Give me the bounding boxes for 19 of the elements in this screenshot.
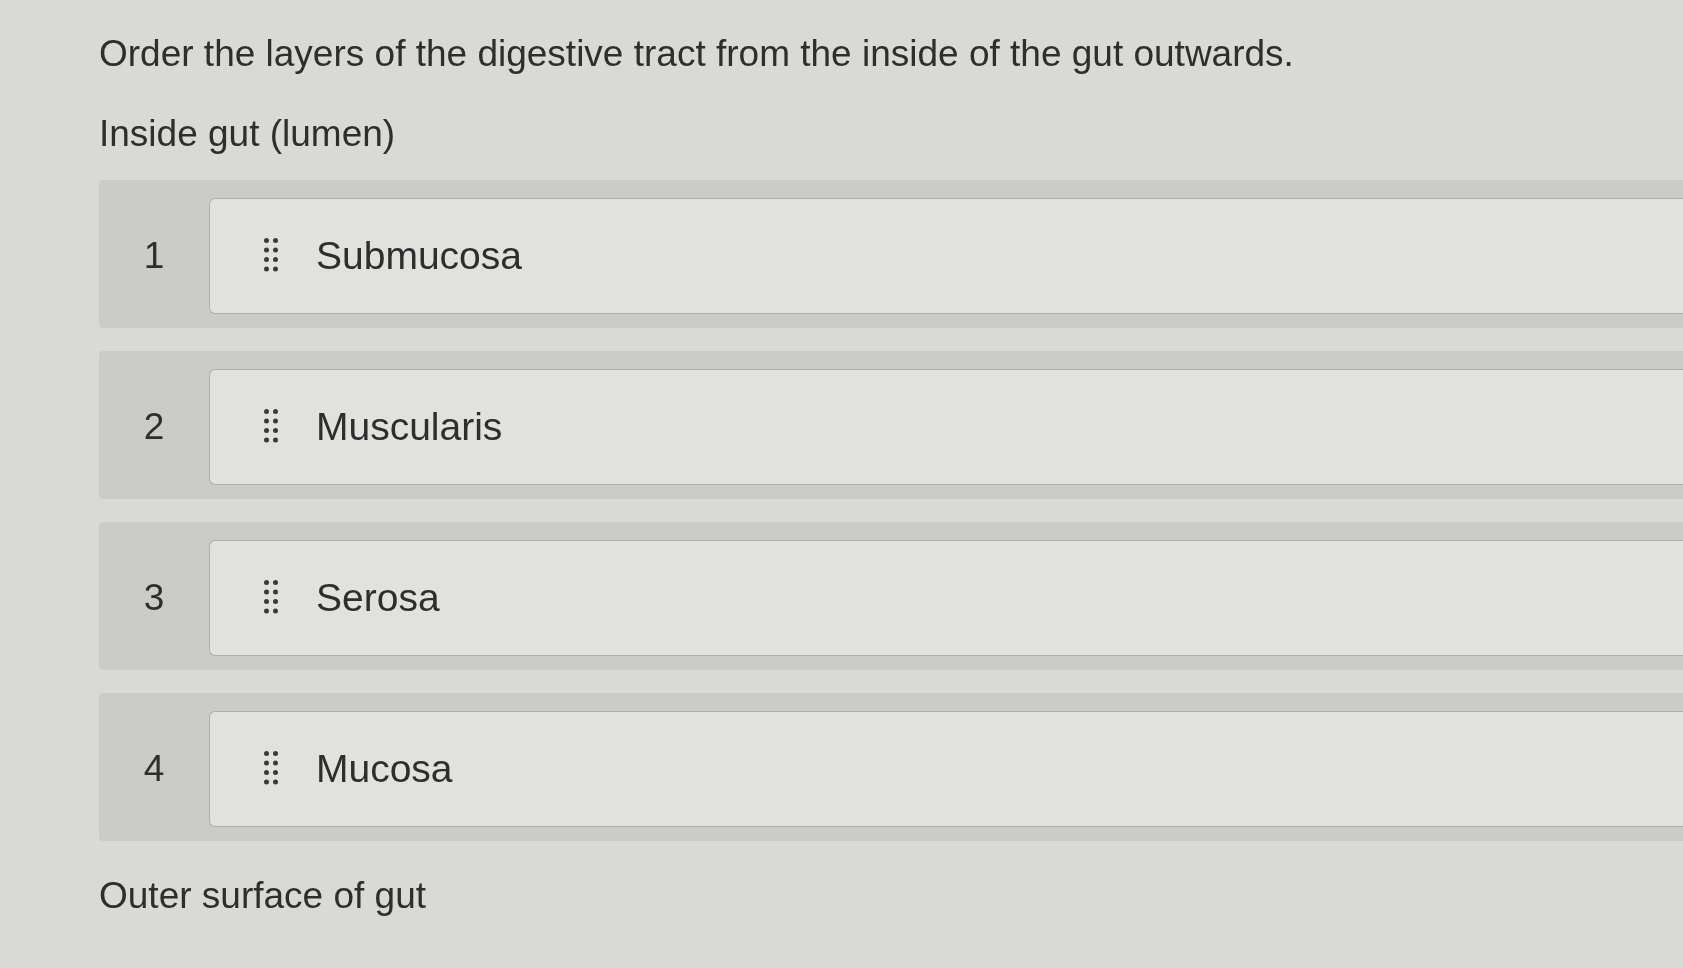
drag-handle-icon[interactable] xyxy=(264,580,278,616)
item-label: Submucosa xyxy=(316,233,522,279)
draggable-item[interactable]: Submucosa xyxy=(209,198,1683,314)
draggable-item[interactable]: Mucosa xyxy=(209,711,1683,827)
draggable-item[interactable]: Serosa xyxy=(209,540,1683,656)
drag-handle-icon[interactable] xyxy=(264,751,278,787)
item-label: Muscularis xyxy=(316,404,503,450)
top-label: Inside gut (lumen) xyxy=(99,112,396,156)
bottom-label: Outer surface of gut xyxy=(99,874,426,918)
item-label: Serosa xyxy=(316,575,440,621)
question-prompt: Order the layers of the digestive tract from the inside of the gut outwards. xyxy=(99,32,1294,76)
position-number: 4 xyxy=(143,747,165,791)
item-label: Mucosa xyxy=(316,746,453,792)
draggable-item[interactable]: Muscularis xyxy=(209,369,1683,485)
position-number: 1 xyxy=(143,234,165,278)
drag-handle-icon[interactable] xyxy=(264,238,278,274)
position-number: 2 xyxy=(143,405,165,449)
position-number: 3 xyxy=(143,576,165,620)
drag-handle-icon[interactable] xyxy=(264,409,278,445)
